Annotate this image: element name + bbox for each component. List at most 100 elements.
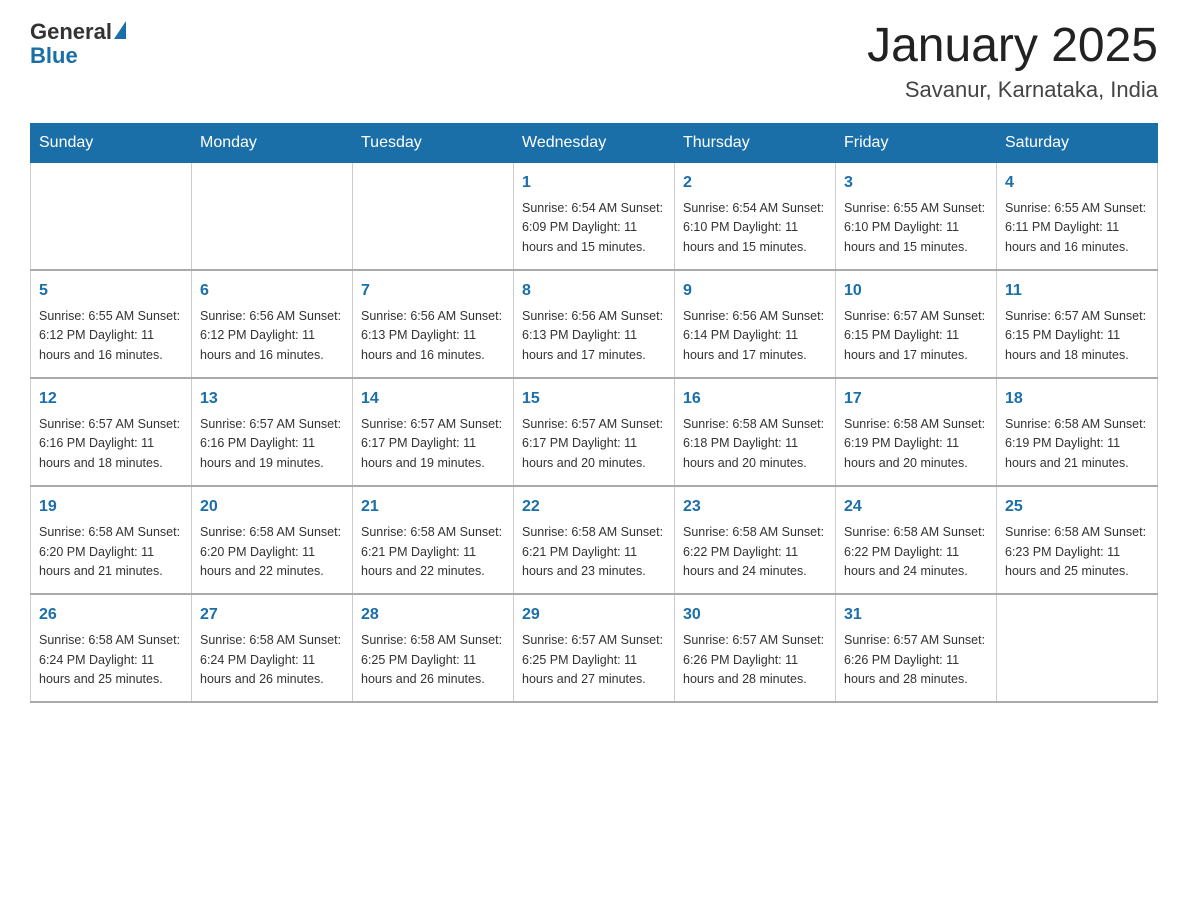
day-info: Sunrise: 6:58 AM Sunset: 6:20 PM Dayligh… (200, 523, 344, 581)
day-info: Sunrise: 6:58 AM Sunset: 6:19 PM Dayligh… (1005, 415, 1149, 473)
day-number: 14 (361, 387, 505, 411)
logo-triangle-icon (114, 21, 126, 39)
day-header-saturday: Saturday (997, 123, 1158, 162)
calendar-cell: 17Sunrise: 6:58 AM Sunset: 6:19 PM Dayli… (836, 378, 997, 486)
calendar-week-row: 19 Sunrise: 6:58 AM Sunset: 6:20 PM Dayli… (31, 486, 1158, 594)
day-number: 12 (39, 387, 183, 411)
day-number: 15 (522, 387, 666, 411)
day-number: 16 (683, 387, 827, 411)
calendar-cell: 8 Sunrise: 6:56 AM Sunset: 6:13 PM Daylig… (514, 270, 675, 378)
logo-blue-text: Blue (30, 44, 126, 68)
calendar-cell: 14 Sunrise: 6:57 AM Sunset: 6:17 PM Dayli… (353, 378, 514, 486)
calendar-cell: 23 Sunrise: 6:58 AM Sunset: 6:22 PM Dayli… (675, 486, 836, 594)
day-number: 2 (683, 171, 827, 195)
calendar-cell: 24 Sunrise: 6:58 AM Sunset: 6:22 PM Dayli… (836, 486, 997, 594)
calendar-cell: 21 Sunrise: 6:58 AM Sunset: 6:21 PM Dayli… (353, 486, 514, 594)
day-number: 31 (844, 603, 988, 627)
calendar-cell (353, 162, 514, 270)
day-info: Sunrise: 6:57 AM Sunset: 6:16 PM Dayligh… (39, 415, 183, 473)
day-info: Sunrise: 6:58 AM Sunset: 6:22 PM Dayligh… (683, 523, 827, 581)
day-info: Sunrise: 6:56 AM Sunset: 6:14 PM Dayligh… (683, 307, 827, 365)
day-number: 6 (200, 279, 344, 303)
day-info: Sunrise: 6:57 AM Sunset: 6:26 PM Dayligh… (683, 631, 827, 689)
day-info: Sunrise: 6:57 AM Sunset: 6:16 PM Dayligh… (200, 415, 344, 473)
day-info: Sunrise: 6:56 AM Sunset: 6:13 PM Dayligh… (522, 307, 666, 365)
day-number: 22 (522, 495, 666, 519)
day-number: 30 (683, 603, 827, 627)
day-number: 11 (1005, 279, 1149, 303)
calendar-week-row: 5Sunrise: 6:55 AM Sunset: 6:12 PM Daylig… (31, 270, 1158, 378)
calendar-cell: 29Sunrise: 6:57 AM Sunset: 6:25 PM Dayli… (514, 594, 675, 702)
day-info: Sunrise: 6:58 AM Sunset: 6:22 PM Dayligh… (844, 523, 988, 581)
calendar-cell: 20 Sunrise: 6:58 AM Sunset: 6:20 PM Dayli… (192, 486, 353, 594)
calendar-cell: 31 Sunrise: 6:57 AM Sunset: 6:26 PM Dayli… (836, 594, 997, 702)
day-header-tuesday: Tuesday (353, 123, 514, 162)
day-number: 3 (844, 171, 988, 195)
calendar-cell: 1 Sunrise: 6:54 AM Sunset: 6:09 PM Daylig… (514, 162, 675, 270)
calendar-week-row: 12 Sunrise: 6:57 AM Sunset: 6:16 PM Dayli… (31, 378, 1158, 486)
day-number: 1 (522, 171, 666, 195)
day-info: Sunrise: 6:58 AM Sunset: 6:23 PM Dayligh… (1005, 523, 1149, 581)
calendar-cell: 25 Sunrise: 6:58 AM Sunset: 6:23 PM Dayli… (997, 486, 1158, 594)
day-number: 10 (844, 279, 988, 303)
day-info: Sunrise: 6:58 AM Sunset: 6:21 PM Dayligh… (361, 523, 505, 581)
calendar-cell: 11 Sunrise: 6:57 AM Sunset: 6:15 PM Dayli… (997, 270, 1158, 378)
calendar-cell: 12 Sunrise: 6:57 AM Sunset: 6:16 PM Dayli… (31, 378, 192, 486)
calendar-cell: 7Sunrise: 6:56 AM Sunset: 6:13 PM Daylig… (353, 270, 514, 378)
calendar-cell: 6 Sunrise: 6:56 AM Sunset: 6:12 PM Daylig… (192, 270, 353, 378)
day-number: 13 (200, 387, 344, 411)
calendar-cell: 30 Sunrise: 6:57 AM Sunset: 6:26 PM Dayli… (675, 594, 836, 702)
day-number: 28 (361, 603, 505, 627)
day-info: Sunrise: 6:58 AM Sunset: 6:24 PM Dayligh… (39, 631, 183, 689)
calendar-cell: 27Sunrise: 6:58 AM Sunset: 6:24 PM Dayli… (192, 594, 353, 702)
day-number: 21 (361, 495, 505, 519)
day-header-wednesday: Wednesday (514, 123, 675, 162)
day-number: 29 (522, 603, 666, 627)
day-info: Sunrise: 6:58 AM Sunset: 6:18 PM Dayligh… (683, 415, 827, 473)
calendar-cell: 28 Sunrise: 6:58 AM Sunset: 6:25 PM Dayli… (353, 594, 514, 702)
logo: General Blue (30, 20, 126, 68)
calendar-cell: 4 Sunrise: 6:55 AM Sunset: 6:11 PM Daylig… (997, 162, 1158, 270)
day-info: Sunrise: 6:57 AM Sunset: 6:26 PM Dayligh… (844, 631, 988, 689)
day-header-friday: Friday (836, 123, 997, 162)
day-number: 19 (39, 495, 183, 519)
day-info: Sunrise: 6:57 AM Sunset: 6:15 PM Dayligh… (844, 307, 988, 365)
day-info: Sunrise: 6:58 AM Sunset: 6:25 PM Dayligh… (361, 631, 505, 689)
calendar-cell: 19 Sunrise: 6:58 AM Sunset: 6:20 PM Dayli… (31, 486, 192, 594)
day-number: 25 (1005, 495, 1149, 519)
calendar-cell: 18Sunrise: 6:58 AM Sunset: 6:19 PM Dayli… (997, 378, 1158, 486)
day-number: 8 (522, 279, 666, 303)
day-number: 20 (200, 495, 344, 519)
day-info: Sunrise: 6:55 AM Sunset: 6:12 PM Dayligh… (39, 307, 183, 365)
day-info: Sunrise: 6:58 AM Sunset: 6:24 PM Dayligh… (200, 631, 344, 689)
calendar-cell: 13 Sunrise: 6:57 AM Sunset: 6:16 PM Dayli… (192, 378, 353, 486)
calendar-cell (997, 594, 1158, 702)
calendar-title: January 2025 (867, 20, 1158, 73)
calendar-cell: 2Sunrise: 6:54 AM Sunset: 6:10 PM Daylig… (675, 162, 836, 270)
calendar-cell: 10 Sunrise: 6:57 AM Sunset: 6:15 PM Dayli… (836, 270, 997, 378)
calendar-cell: 16 Sunrise: 6:58 AM Sunset: 6:18 PM Dayli… (675, 378, 836, 486)
calendar-cell: 22 Sunrise: 6:58 AM Sunset: 6:21 PM Dayli… (514, 486, 675, 594)
day-info: Sunrise: 6:56 AM Sunset: 6:12 PM Dayligh… (200, 307, 344, 365)
day-info: Sunrise: 6:57 AM Sunset: 6:15 PM Dayligh… (1005, 307, 1149, 365)
day-info: Sunrise: 6:58 AM Sunset: 6:20 PM Dayligh… (39, 523, 183, 581)
calendar-cell: 15Sunrise: 6:57 AM Sunset: 6:17 PM Dayli… (514, 378, 675, 486)
day-info: Sunrise: 6:58 AM Sunset: 6:19 PM Dayligh… (844, 415, 988, 473)
calendar-cell (31, 162, 192, 270)
day-number: 23 (683, 495, 827, 519)
calendar-cell: 9Sunrise: 6:56 AM Sunset: 6:14 PM Daylig… (675, 270, 836, 378)
day-header-thursday: Thursday (675, 123, 836, 162)
day-number: 4 (1005, 171, 1149, 195)
calendar-cell: 3 Sunrise: 6:55 AM Sunset: 6:10 PM Daylig… (836, 162, 997, 270)
calendar-cell: 5Sunrise: 6:55 AM Sunset: 6:12 PM Daylig… (31, 270, 192, 378)
day-info: Sunrise: 6:55 AM Sunset: 6:11 PM Dayligh… (1005, 199, 1149, 257)
logo-general-text: General (30, 20, 112, 44)
day-info: Sunrise: 6:55 AM Sunset: 6:10 PM Dayligh… (844, 199, 988, 257)
day-number: 24 (844, 495, 988, 519)
day-info: Sunrise: 6:58 AM Sunset: 6:21 PM Dayligh… (522, 523, 666, 581)
calendar-cell: 26Sunrise: 6:58 AM Sunset: 6:24 PM Dayli… (31, 594, 192, 702)
day-header-monday: Monday (192, 123, 353, 162)
day-info: Sunrise: 6:57 AM Sunset: 6:17 PM Dayligh… (361, 415, 505, 473)
calendar-header-row: SundayMondayTuesdayWednesdayThursdayFrid… (31, 123, 1158, 162)
day-info: Sunrise: 6:54 AM Sunset: 6:09 PM Dayligh… (522, 199, 666, 257)
